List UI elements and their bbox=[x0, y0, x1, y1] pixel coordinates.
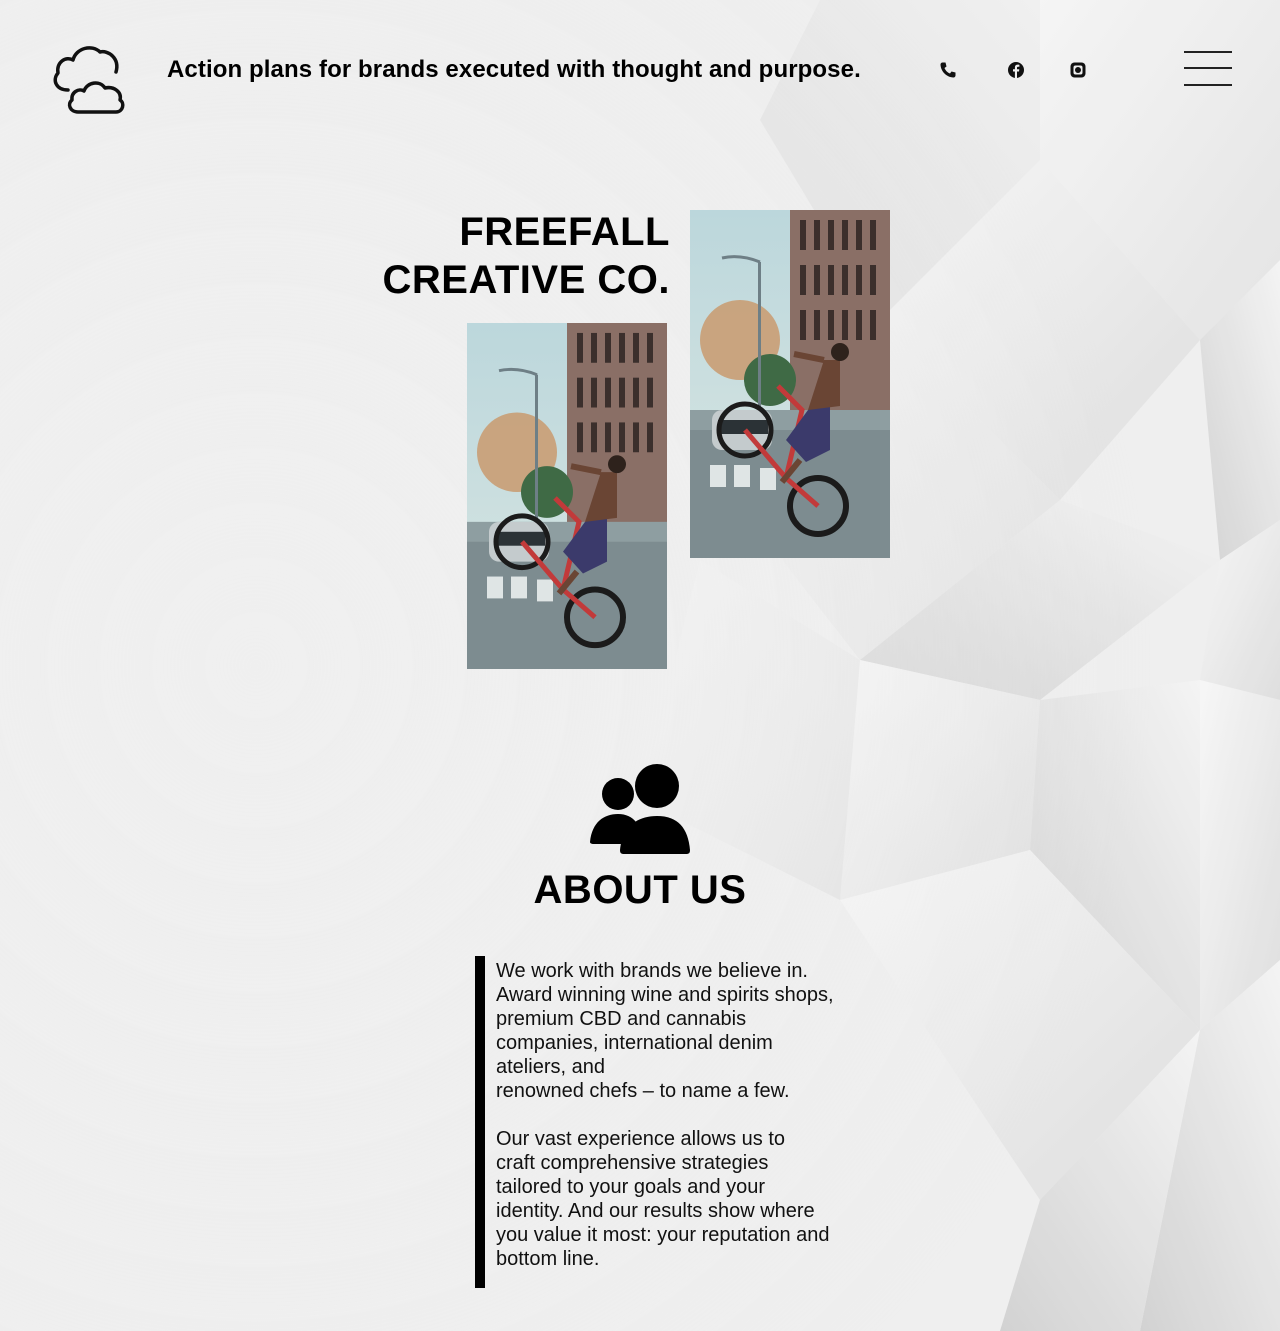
about-line: craft comprehensive strategies bbox=[496, 1152, 769, 1174]
about-line: renowned chefs – to name a few. bbox=[496, 1080, 790, 1102]
accent-bar bbox=[475, 956, 485, 1288]
hero-title-line-1: FREEFALL bbox=[459, 210, 670, 254]
about-line: tailored to your goals and your bbox=[496, 1176, 766, 1198]
about-line: bottom line. bbox=[496, 1248, 600, 1270]
cyclist-wheelie-photo bbox=[467, 323, 667, 669]
about-line: Our vast experience allows us to bbox=[496, 1128, 786, 1150]
people-group-icon bbox=[590, 762, 690, 856]
about-paragraph-1: We work with brands we believe in. Award… bbox=[496, 959, 876, 1103]
site-tagline: Action plans for brands executed with th… bbox=[167, 56, 861, 83]
phone-icon[interactable] bbox=[938, 60, 958, 80]
about-line: Award winning wine and spirits shops, bbox=[496, 984, 834, 1006]
about-title: ABOUT US bbox=[533, 868, 747, 912]
hero-title-line-2: CREATIVE CO. bbox=[382, 258, 670, 302]
about-line: premium CBD and cannabis bbox=[496, 1008, 747, 1030]
about-line: ateliers, and bbox=[496, 1056, 605, 1078]
site-header: Action plans for brands executed with th… bbox=[0, 0, 1280, 150]
about-line: identity. And our results show where bbox=[496, 1200, 815, 1222]
about-text: We work with brands we believe in. Award… bbox=[496, 959, 876, 1271]
about-line: We work with brands we believe in. bbox=[496, 960, 808, 982]
about-paragraph-2: Our vast experience allows us to craft c… bbox=[496, 1127, 876, 1271]
hero-title: FREEFALL CREATIVE CO. bbox=[360, 208, 670, 304]
cloud-logo-icon[interactable] bbox=[50, 42, 126, 118]
about-line: you value it most: your reputation and bbox=[496, 1224, 830, 1246]
facebook-icon[interactable] bbox=[1006, 60, 1026, 80]
about-line: companies, international denim bbox=[496, 1032, 773, 1054]
instagram-icon[interactable] bbox=[1068, 60, 1088, 80]
hamburger-menu-icon[interactable] bbox=[1184, 48, 1234, 88]
cyclist-wheelie-photo bbox=[690, 210, 890, 558]
about-body: We work with brands we believe in. Award… bbox=[475, 956, 875, 1288]
